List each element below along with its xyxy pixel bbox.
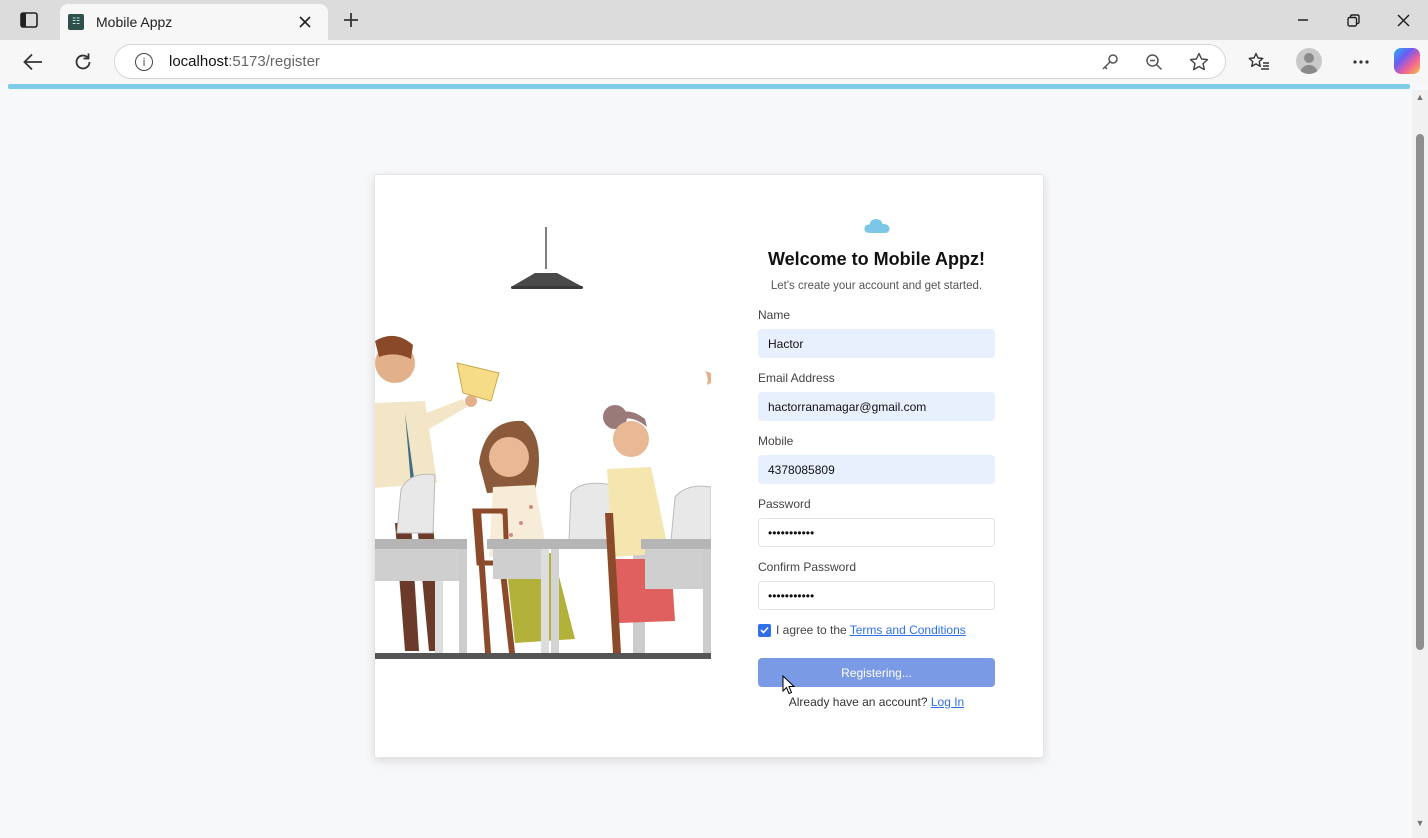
copilot-icon[interactable] <box>1394 48 1420 74</box>
mobile-field-group: Mobile <box>758 434 995 484</box>
restore-button[interactable] <box>1328 0 1378 40</box>
minimize-icon <box>1298 19 1308 21</box>
zoom-out-icon[interactable] <box>1143 51 1165 73</box>
register-form: Welcome to Mobile Appz! Let's create you… <box>758 215 995 709</box>
reload-icon <box>75 53 91 70</box>
plus-icon <box>344 13 358 27</box>
window-controls <box>1278 0 1428 40</box>
sidebar-icon[interactable] <box>14 8 44 32</box>
tab-title: Mobile Appz <box>96 14 173 30</box>
terms-link[interactable]: Terms and Conditions <box>850 623 966 637</box>
name-label: Name <box>758 308 791 322</box>
mobile-input[interactable] <box>758 455 995 484</box>
office-team-illustration <box>375 223 711 663</box>
register-card: Welcome to Mobile Appz! Let's create you… <box>374 174 1044 758</box>
profile-icon[interactable] <box>1296 48 1322 74</box>
mobile-label: Mobile <box>758 434 794 448</box>
password-label: Password <box>758 497 811 511</box>
name-field-group: Name <box>758 308 995 358</box>
confirm-password-label: Confirm Password <box>758 560 857 574</box>
login-link[interactable]: Log In <box>931 695 964 709</box>
close-window-button[interactable] <box>1378 0 1428 40</box>
key-icon[interactable] <box>1099 51 1121 73</box>
restore-icon <box>1346 13 1360 27</box>
page-subtitle: Let's create your account and get starte… <box>770 280 983 292</box>
address-bar[interactable]: i localhost:5173/register <box>114 44 1226 79</box>
favorites-icon <box>1248 52 1269 70</box>
scroll-down-icon[interactable]: ▼ <box>1415 818 1425 828</box>
name-input[interactable] <box>758 329 995 358</box>
terms-agreement: I agree to the Terms and Conditions <box>758 623 995 637</box>
back-button[interactable] <box>18 48 48 76</box>
page-loading-bar <box>8 84 1410 89</box>
active-tab[interactable]: ☷ Mobile Appz <box>60 4 328 40</box>
email-input[interactable] <box>758 392 995 421</box>
favorites-button[interactable] <box>1244 48 1274 76</box>
login-prompt: Already have an account? Log In <box>758 695 995 709</box>
info-icon[interactable]: i <box>135 53 153 71</box>
close-tab-icon[interactable] <box>294 11 316 33</box>
star-icon[interactable] <box>1188 51 1210 73</box>
scroll-thumb[interactable] <box>1416 134 1424 650</box>
browser-toolbar: i localhost:5173/register <box>0 40 1428 84</box>
terms-checkbox[interactable] <box>758 623 771 637</box>
more-button[interactable] <box>1346 48 1376 76</box>
scroll-up-icon[interactable]: ▲ <box>1415 92 1425 102</box>
url-text: localhost:5173/register <box>169 53 320 70</box>
password-input[interactable] <box>758 518 995 547</box>
page-scrollbar[interactable]: ▲ ▼ <box>1412 90 1428 838</box>
password-field-group: Password <box>758 497 995 547</box>
tab-bar: ☷ Mobile Appz <box>0 0 1428 40</box>
reload-button[interactable] <box>68 48 98 76</box>
email-label: Email Address <box>758 371 835 385</box>
agree-text: I agree to the <box>776 623 847 637</box>
email-field-group: Email Address <box>758 371 995 421</box>
new-tab-button[interactable] <box>338 8 364 32</box>
mouse-cursor-icon <box>782 675 796 695</box>
confirm-password-field-group: Confirm Password <box>758 560 995 610</box>
cloud-logo-icon <box>863 219 889 233</box>
back-icon <box>23 53 42 71</box>
login-prompt-text: Already have an account? <box>788 695 928 709</box>
page-title: Welcome to Mobile Appz! <box>767 249 985 269</box>
confirm-password-input[interactable] <box>758 581 995 610</box>
more-icon <box>1353 60 1369 64</box>
minimize-button[interactable] <box>1278 0 1328 40</box>
close-icon <box>1396 13 1410 27</box>
app-favicon-icon: ☷ <box>68 14 84 30</box>
checkmark-icon <box>760 626 769 634</box>
